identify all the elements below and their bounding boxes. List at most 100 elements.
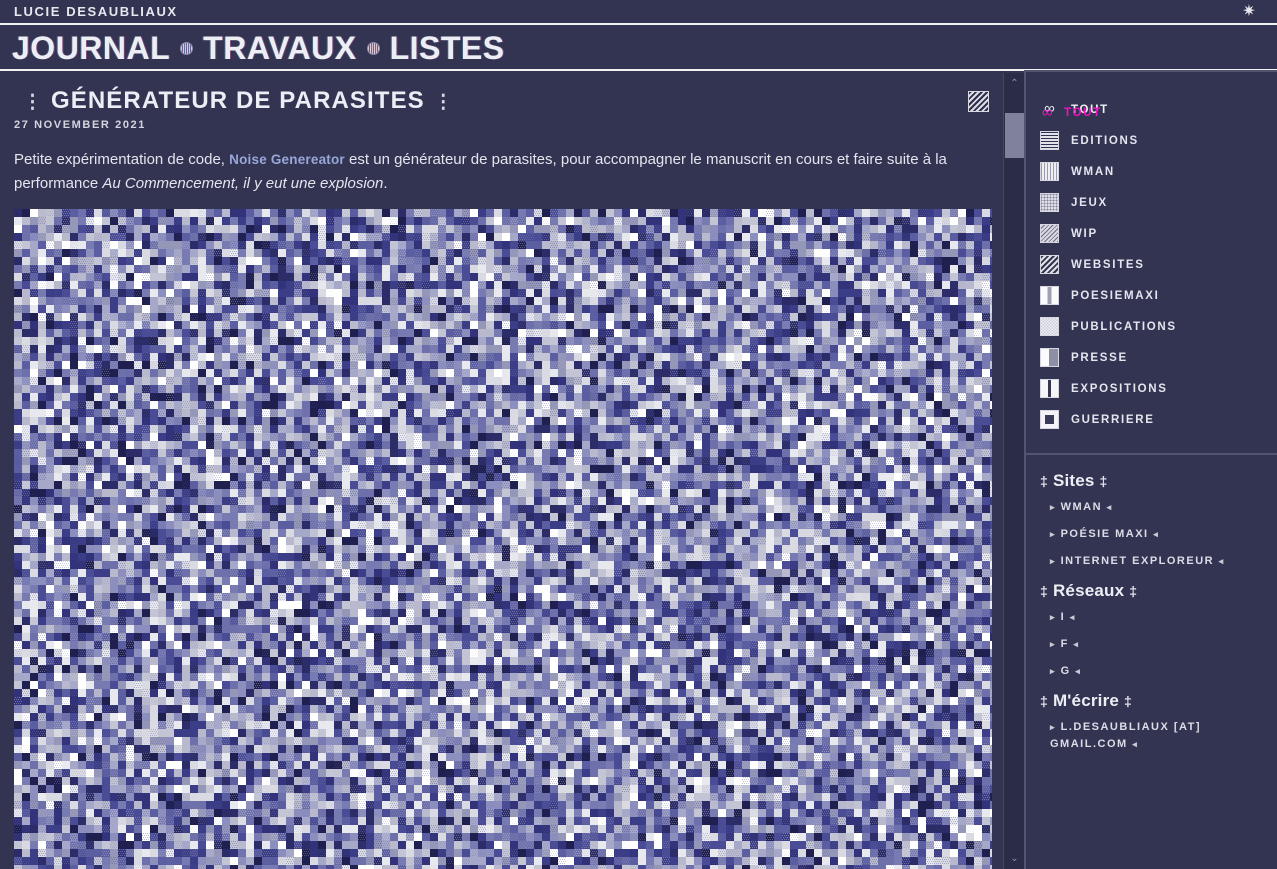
post-date: 27 NOVEMBER 2021: [14, 119, 146, 131]
dagger-icon: ‡: [1099, 473, 1108, 489]
body-text-italic: Au Commencement, il y eut une explosion: [102, 175, 384, 192]
article-header: ⋮ GÉNÉRATEUR DE PARASITES ⋮: [14, 87, 989, 115]
site-title: LUCIE DESAUBLIAUX: [14, 4, 178, 19]
sidebar-item-label: EXPOSITIONS: [1071, 382, 1168, 395]
bullet-left-icon: ▸: [1050, 639, 1057, 649]
two-column-icon: [1040, 379, 1059, 398]
sidebar-item-publications[interactable]: PUBLICATIONS: [1026, 311, 1277, 342]
lines-icon: [1040, 131, 1059, 150]
sidebar-item-label: JEUX: [1071, 196, 1108, 209]
sidebar-link[interactable]: ▸ L.DESAUBLIAUX [AT] GMAIL.COM ◂: [1040, 714, 1263, 758]
scroll-down-button[interactable]: ⌄: [1004, 848, 1025, 869]
sidebar-item-jeux[interactable]: JEUX: [1026, 187, 1277, 218]
section-title: M'écrire: [1052, 691, 1120, 710]
sidebar-link[interactable]: ▸ I ◂: [1040, 604, 1263, 631]
grid-icon: [1040, 193, 1059, 212]
bullet-right-icon: ◂: [1153, 529, 1160, 539]
scroll-up-button[interactable]: ⌃: [1004, 73, 1025, 94]
noise-generator-link[interactable]: Noise Genereator: [229, 152, 345, 167]
bullet-right-icon: ◂: [1218, 556, 1225, 566]
bullet-left-icon: ▸: [1050, 529, 1057, 539]
sidebar-item-label: WEBSITES: [1071, 258, 1145, 271]
scrollbar-thumb[interactable]: [1005, 113, 1024, 158]
section-title: Sites: [1052, 471, 1095, 490]
post-body: Petite expérimentation de code, Noise Ge…: [14, 148, 989, 196]
nav-link-journal[interactable]: JOURNAL: [12, 31, 172, 72]
sidebar-item-expositions[interactable]: EXPOSITIONS: [1026, 373, 1277, 404]
sidebar-item-label: TOUT: [1071, 104, 1109, 116]
sidebar-link[interactable]: ▸ INTERNET EXPLOREUR ◂: [1040, 548, 1263, 575]
bullet-right-icon: ◂: [1069, 612, 1076, 622]
infinity-icon: ∞: [1040, 100, 1059, 121]
sidebar-item-websites[interactable]: WEBSITES: [1026, 249, 1277, 280]
striped-circle-icon: [366, 41, 380, 55]
body-text-part-3: .: [383, 175, 388, 192]
dagger-icon: ‡: [1124, 693, 1132, 709]
striped-circle-icon: [180, 41, 194, 55]
sidebar-item-wman[interactable]: WMAN: [1026, 156, 1277, 187]
diagonal-stripes-icon[interactable]: [968, 91, 989, 112]
sidebar-link[interactable]: ▸ F ◂: [1040, 631, 1263, 658]
nav-link-listes[interactable]: LISTES: [390, 31, 505, 65]
sidebar-section-heading: ‡ Réseaux ‡: [1040, 581, 1263, 601]
noise-image: [14, 209, 992, 869]
sidebar-item-poesiemaxi[interactable]: POESIEMAXI: [1026, 280, 1277, 311]
noise-canvas: [14, 209, 992, 869]
content-column: ⋮ GÉNÉRATEUR DE PARASITES ⋮ 27 NOVEMBER …: [0, 73, 1003, 869]
body-text-part-1: Petite expérimentation de code,: [14, 151, 230, 168]
sidebar-item-label: PRESSE: [1071, 351, 1128, 364]
sidebar: ∞ TOUT EDITIONS WMAN JEUX WIP WEBSITES POESIEMA…: [1024, 70, 1277, 869]
dagger-icon: ‡: [1040, 693, 1048, 709]
sidebar-link-label: WMAN: [1060, 501, 1103, 513]
half-solid-icon: [1040, 348, 1059, 367]
sidebar-item-tout[interactable]: ∞ TOUT: [1026, 94, 1277, 125]
bullet-right-icon: ◂: [1073, 639, 1080, 649]
sidebar-links: ‡ Sites ‡ ▸ WMAN ◂ ▸ POÉSIE MAXI ◂ ▸ INTERN…: [1026, 455, 1277, 758]
category-list: ∞ TOUT EDITIONS WMAN JEUX WIP WEBSITES POESIEMA…: [1026, 72, 1277, 453]
sidebar-item-wip[interactable]: WIP: [1026, 218, 1277, 249]
sidebar-link-label: INTERNET EXPLOREUR: [1060, 555, 1215, 567]
sidebar-item-label: POESIEMAXI: [1071, 289, 1160, 302]
sidebar-item-presse[interactable]: PRESSE: [1026, 342, 1277, 373]
bullet-left-icon: ▸: [1050, 666, 1057, 676]
sidebar-link-label: F: [1060, 638, 1069, 650]
bullet-right-icon: ◂: [1075, 666, 1082, 676]
bullet-left-icon: ▸: [1050, 556, 1057, 566]
article: ⋮ GÉNÉRATEUR DE PARASITES ⋮ 27 NOVEMBER …: [0, 73, 1003, 869]
bullet-left-icon: ▸: [1050, 502, 1057, 512]
dagger-icon: ‡: [1040, 583, 1048, 599]
sidebar-link-label: G: [1060, 665, 1071, 677]
dagger-icon: ‡: [1040, 473, 1048, 489]
page-title: GÉNÉRATEUR DE PARASITES: [51, 87, 425, 114]
sidebar-item-label: GUERRIERE: [1071, 413, 1155, 426]
sidebar-section-heading: ‡ M'écrire ‡: [1040, 691, 1263, 711]
sidebar-link[interactable]: ▸ G ◂: [1040, 658, 1263, 685]
bold-diagonal-icon: [1040, 255, 1059, 274]
sidebar-section-heading: ‡ Sites ‡: [1040, 471, 1263, 491]
sidebar-link-label: L.DESAUBLIAUX [AT] GMAIL.COM: [1050, 721, 1202, 750]
vertical-bars-icon: [1040, 162, 1059, 181]
dither-icon: [1040, 317, 1059, 336]
framed-square-icon: [1040, 410, 1059, 429]
sidebar-item-label: PUBLICATIONS: [1071, 320, 1177, 333]
vertical-scrollbar[interactable]: ⌃ ⌄: [1003, 73, 1025, 869]
sidebar-item-guerriere[interactable]: GUERRIERE: [1026, 404, 1277, 435]
thin-diagonal-icon: [1040, 224, 1059, 243]
sun-icon[interactable]: ✷: [1241, 4, 1257, 20]
half-left-icon: [1040, 286, 1059, 305]
bullet-left-icon: ▸: [1050, 722, 1057, 732]
sidebar-link-label: POÉSIE MAXI: [1060, 528, 1149, 540]
sidebar-link-label: I: [1060, 611, 1066, 623]
bullet-right-icon: ◂: [1132, 739, 1139, 749]
bullet-right-icon: ◂: [1106, 502, 1113, 512]
sidebar-item-editions[interactable]: EDITIONS: [1026, 125, 1277, 156]
page-root: LUCIE DESAUBLIAUX ✷ JOURNAL TRAVAUX LISTES…: [0, 0, 1277, 869]
sidebar-link[interactable]: ▸ POÉSIE MAXI ◂: [1040, 521, 1263, 548]
nav-link-travaux[interactable]: TRAVAUX: [203, 31, 356, 65]
title-decor-right: ⋮: [433, 92, 453, 113]
section-title: Réseaux: [1052, 581, 1125, 600]
title-decor-left: ⋮: [23, 92, 42, 113]
dagger-icon: ‡: [1129, 583, 1138, 599]
bullet-left-icon: ▸: [1050, 612, 1057, 622]
sidebar-link[interactable]: ▸ WMAN ◂: [1040, 494, 1263, 521]
